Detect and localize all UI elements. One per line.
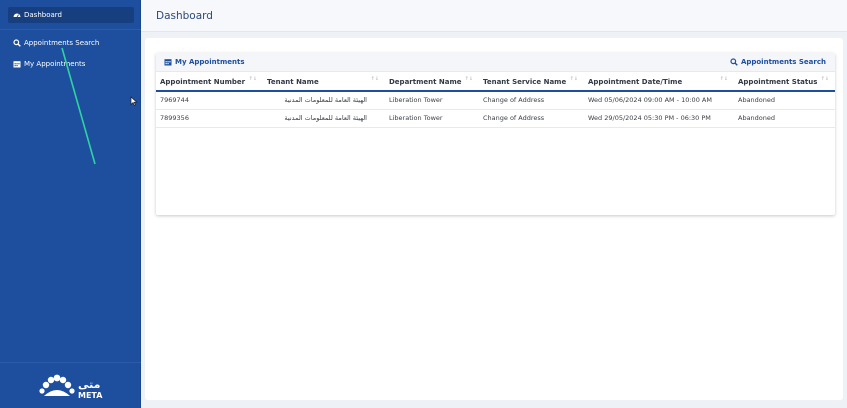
sidebar-item-label: Appointments Search xyxy=(24,39,100,47)
sidebar-item-appointments-search[interactable]: Appointments Search xyxy=(8,35,134,51)
divider xyxy=(0,29,141,30)
sort-icon[interactable]: ↑↓ xyxy=(570,76,578,82)
column-header-appointment-datetime[interactable]: Appointment Date/Time ↑↓ xyxy=(584,73,734,92)
calendar-icon xyxy=(13,60,21,68)
sidebar-item-my-appointments[interactable]: My Appointments xyxy=(8,56,134,72)
sort-icon[interactable]: ↑↓ xyxy=(821,76,829,82)
cell-department-name: Liberation Tower xyxy=(385,91,479,110)
column-header-appointment-status[interactable]: Appointment Status ↑↓ xyxy=(734,73,835,92)
my-appointments-card: My Appointments Appointments Search Appo… xyxy=(156,53,835,215)
meta-logo: متى META xyxy=(32,372,112,400)
card-title-label: My Appointments xyxy=(175,58,245,66)
cell-tenant-name: الهيئة العامة للمعلومات المدنية xyxy=(263,91,385,110)
column-header-department-name[interactable]: Department Name ↑↓ xyxy=(385,73,479,92)
cell-appointment-number: 7969744 xyxy=(156,91,263,110)
table-header-row: Appointment Number ↑↓ Tenant Name ↑↓ Depar… xyxy=(156,73,835,92)
page-title: Dashboard xyxy=(156,10,213,22)
cell-tenant-name: الهيئة العامة للمعلومات المدنية xyxy=(263,109,385,128)
sort-icon[interactable]: ↑↓ xyxy=(371,76,379,82)
sidebar: Dashboard Appointments Search My Appoint… xyxy=(0,0,141,408)
cell-appointment-number: 7899356 xyxy=(156,109,263,128)
sidebar-item-label: My Appointments xyxy=(24,60,86,68)
logo-arabic: متى xyxy=(78,378,100,391)
header: Dashboard xyxy=(141,0,847,32)
main-area: Dashboard My Appointments Appointments S… xyxy=(141,0,847,408)
sidebar-item-label: Dashboard xyxy=(24,11,62,19)
appointments-search-link[interactable]: Appointments Search xyxy=(730,58,826,66)
mouse-cursor-icon xyxy=(130,96,138,106)
cell-datetime: Wed 05/06/2024 09:00 AM - 10:00 AM xyxy=(584,91,734,110)
sidebar-item-dashboard[interactable]: Dashboard xyxy=(8,7,134,23)
cell-service-name: Change of Address xyxy=(479,109,584,128)
search-icon xyxy=(730,58,738,66)
appointments-table: Appointment Number ↑↓ Tenant Name ↑↓ Depar… xyxy=(156,73,835,128)
cell-datetime: Wed 29/05/2024 05:30 PM - 06:30 PM xyxy=(584,109,734,128)
cell-status: Abandoned xyxy=(734,91,835,110)
column-header-tenant-service-name[interactable]: Tenant Service Name ↑↓ xyxy=(479,73,584,92)
column-header-appointment-number[interactable]: Appointment Number ↑↓ xyxy=(156,73,263,92)
card-title: My Appointments xyxy=(164,58,244,66)
dashboard-icon xyxy=(13,11,21,19)
calendar-icon xyxy=(164,58,172,66)
card-header: My Appointments Appointments Search xyxy=(156,53,835,72)
sort-icon[interactable]: ↑↓ xyxy=(720,76,728,82)
search-icon xyxy=(13,39,21,47)
sort-icon[interactable]: ↑↓ xyxy=(465,76,473,82)
cell-department-name: Liberation Tower xyxy=(385,109,479,128)
logo-latin: META xyxy=(78,391,103,400)
divider xyxy=(0,362,141,363)
table-row[interactable]: 7899356 الهيئة العامة للمعلومات المدنية … xyxy=(156,109,835,128)
cell-status: Abandoned xyxy=(734,109,835,128)
link-label: Appointments Search xyxy=(740,58,826,66)
table-row[interactable]: 7969744 الهيئة العامة للمعلومات المدنية … xyxy=(156,91,835,110)
cell-service-name: Change of Address xyxy=(479,91,584,110)
sort-icon[interactable]: ↑↓ xyxy=(249,76,257,82)
column-header-tenant-name[interactable]: Tenant Name ↑↓ xyxy=(263,73,385,92)
